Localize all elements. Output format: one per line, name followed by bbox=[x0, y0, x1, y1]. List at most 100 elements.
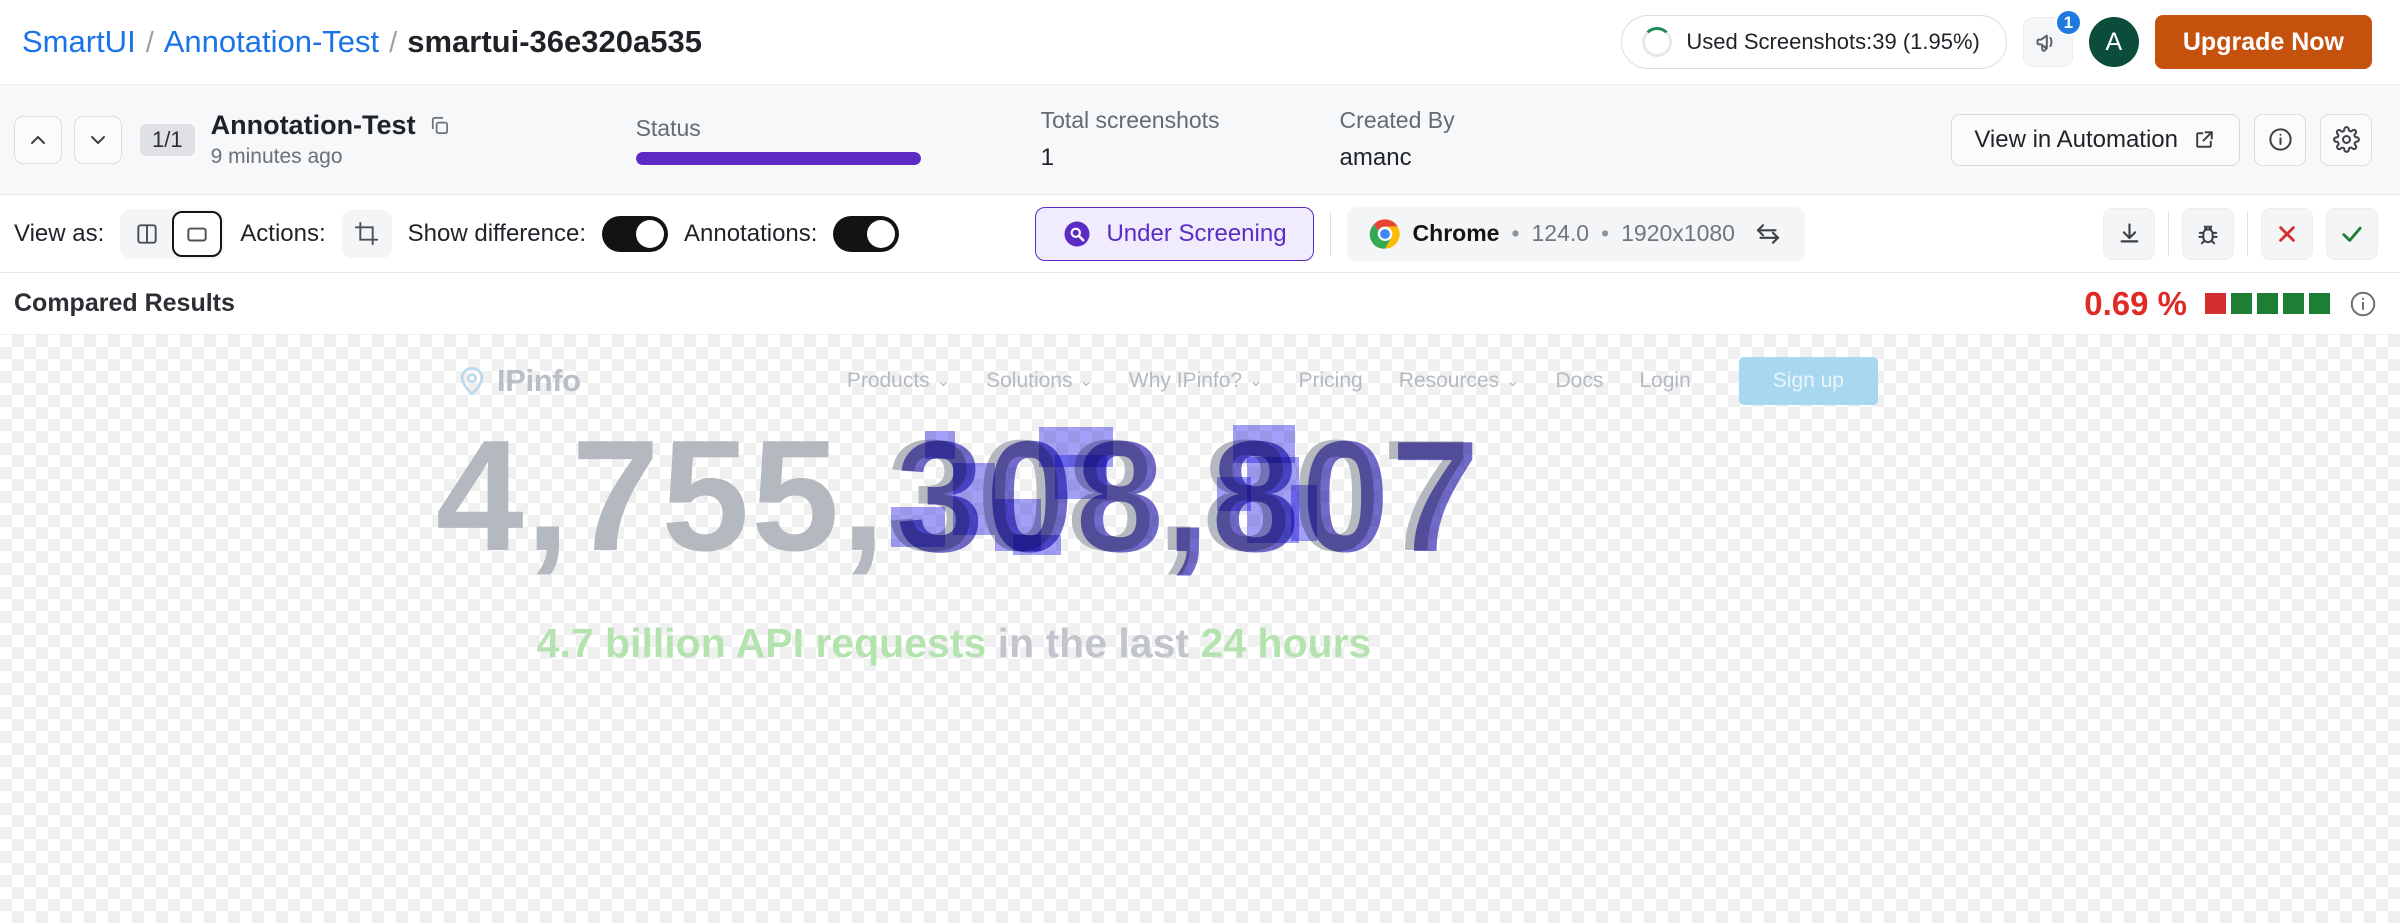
settings-button[interactable] bbox=[2320, 113, 2372, 166]
toolbar-divider bbox=[2247, 211, 2248, 256]
info-icon bbox=[2268, 128, 2292, 151]
site-nav-link-label: Products bbox=[846, 369, 930, 392]
page-title: smartui-36e320a535 bbox=[407, 24, 702, 59]
chevron-down-icon: ⌄ bbox=[936, 373, 951, 390]
single-view-icon bbox=[187, 227, 207, 241]
diff-block bbox=[953, 463, 996, 535]
site-nav-links: Products ⌄ Solutions ⌄ Why IPinfo? ⌄ Pricing Re… bbox=[847, 369, 1691, 393]
gear-icon bbox=[2332, 126, 2360, 153]
hero-number-unchanged: 4,755, bbox=[435, 408, 888, 584]
browser-dot-2: • bbox=[1601, 220, 1610, 246]
build-info-button[interactable] bbox=[2254, 113, 2306, 166]
info-icon[interactable] bbox=[2348, 289, 2378, 319]
site-brand-name: IPinfo bbox=[497, 363, 581, 398]
diff-summary: 0.69 % bbox=[2084, 285, 2378, 323]
site-nav-link[interactable]: Why IPinfo? ⌄ bbox=[1129, 369, 1263, 393]
upgrade-now-button[interactable]: Upgrade Now bbox=[2154, 15, 2372, 69]
swap-arrows-icon[interactable] bbox=[1753, 219, 1783, 249]
actions-label: Actions: bbox=[240, 219, 326, 247]
external-link-icon bbox=[2196, 131, 2213, 148]
build-timestamp: 9 minutes ago bbox=[210, 145, 343, 168]
app-header: SmartUI / Annotation-Test / smartui-36e3… bbox=[0, 0, 2400, 85]
hero-subtitle-part-1: 4.7 billion API requests bbox=[536, 620, 987, 666]
status-label: Status bbox=[635, 114, 701, 141]
created-by-block: Created By amanc bbox=[1340, 107, 1455, 172]
announcements-button[interactable]: 1 bbox=[2022, 9, 2082, 67]
used-screenshots-pill[interactable]: Used Screenshots:39 (1.95%) bbox=[1621, 15, 2007, 69]
chrome-icon bbox=[1369, 218, 1400, 249]
check-icon bbox=[2342, 226, 2362, 242]
view-mode-split-button[interactable] bbox=[122, 211, 172, 257]
avatar[interactable]: A bbox=[2088, 17, 2139, 67]
diff-severity-square bbox=[2205, 293, 2226, 314]
chevron-down-icon: ⌄ bbox=[1079, 373, 1093, 390]
report-bug-button[interactable] bbox=[2182, 207, 2234, 260]
megaphone-icon bbox=[2036, 34, 2053, 52]
show-difference-toggle[interactable] bbox=[602, 215, 668, 252]
browser-version: 124.0 bbox=[1531, 220, 1590, 246]
view-in-automation-button[interactable]: View in Automation bbox=[1951, 113, 2240, 166]
location-pin-icon bbox=[460, 366, 484, 396]
compared-results-title: Compared Results bbox=[14, 289, 235, 317]
approve-button[interactable] bbox=[2326, 207, 2378, 260]
compared-results-bar: Compared Results 0.69 % bbox=[0, 273, 2400, 335]
diff-block bbox=[925, 431, 956, 459]
bug-icon bbox=[2198, 224, 2218, 244]
usage-ring-icon bbox=[1642, 27, 1673, 57]
view-as-label: View as: bbox=[14, 219, 105, 247]
diff-severity-square bbox=[2257, 293, 2278, 314]
reject-button[interactable] bbox=[2261, 207, 2313, 260]
site-nav-link[interactable]: Docs bbox=[1556, 369, 1604, 393]
site-nav-link[interactable]: Resources ⌄ bbox=[1399, 369, 1520, 393]
used-screenshots-label: Used Screenshots:39 (1.95%) bbox=[1686, 29, 1980, 54]
total-screenshots-value: 1 bbox=[1040, 144, 1054, 171]
smartui-screenshot-comparison-page: SmartUI / Annotation-Test / smartui-36e3… bbox=[0, 0, 2400, 923]
previous-build-button[interactable] bbox=[14, 115, 62, 164]
download-button[interactable] bbox=[2103, 207, 2155, 260]
crop-button[interactable] bbox=[341, 209, 392, 258]
site-nav-link-label: Login bbox=[1639, 369, 1691, 392]
meta-actions: View in Automation bbox=[1951, 113, 2372, 166]
created-by-value: amanc bbox=[1339, 144, 1412, 171]
breadcrumb-separator-1: / bbox=[145, 27, 154, 59]
next-build-button[interactable] bbox=[74, 115, 122, 164]
hero-subtitle-part-2: in the last bbox=[986, 620, 1201, 666]
breadcrumb-project[interactable]: Annotation-Test bbox=[164, 24, 379, 60]
hero-subtitle-part-3: 24 hours bbox=[1200, 620, 1372, 666]
show-difference-label: Show difference: bbox=[407, 219, 586, 247]
screenshot-comparison-canvas[interactable]: IPinfo Products ⌄ Solutions ⌄ Why IPinfo? ⌄ Pr… bbox=[0, 335, 2400, 923]
build-info: Annotation-Test 9 minutes ago bbox=[211, 110, 451, 169]
site-nav-link[interactable]: Pricing bbox=[1299, 369, 1363, 393]
site-nav-link-label: Docs bbox=[1555, 369, 1604, 392]
site-nav-link-label: Pricing bbox=[1298, 369, 1363, 392]
signup-button[interactable]: Sign up bbox=[1738, 357, 1878, 405]
status-block: Status bbox=[635, 114, 921, 165]
announcement-badge: 1 bbox=[2054, 9, 2082, 36]
diff-block bbox=[1217, 477, 1252, 511]
status-badge[interactable]: Under Screening bbox=[1035, 206, 1314, 261]
copy-icon[interactable] bbox=[428, 114, 451, 137]
download-icon bbox=[2120, 223, 2138, 243]
breadcrumb: SmartUI / Annotation-Test / smartui-36e3… bbox=[22, 24, 702, 60]
chevron-down-icon: ⌄ bbox=[1506, 373, 1520, 390]
view-mode-single-button[interactable] bbox=[172, 210, 223, 257]
hero-number: 4,755,308,807 308,807 bbox=[0, 411, 1908, 582]
annotations-toggle[interactable] bbox=[833, 215, 900, 252]
browser-name: Chrome bbox=[1412, 220, 1500, 246]
chevron-up-icon bbox=[31, 135, 45, 144]
site-nav-link[interactable]: Products ⌄ bbox=[847, 369, 950, 393]
diff-severity-square bbox=[2309, 293, 2330, 314]
header-actions: Used Screenshots:39 (1.95%) 1 A Upgrade … bbox=[1621, 9, 2372, 69]
captured-screenshot: IPinfo Products ⌄ Solutions ⌄ Why IPinfo? ⌄ Pr… bbox=[0, 335, 1908, 923]
browser-resolution: 1920x1080 bbox=[1621, 220, 1735, 246]
breadcrumb-root[interactable]: SmartUI bbox=[22, 24, 136, 60]
site-nav-link[interactable]: Login bbox=[1639, 369, 1690, 393]
diff-severity-square bbox=[2231, 293, 2252, 314]
site-nav-link[interactable]: Solutions ⌄ bbox=[986, 369, 1093, 393]
hero-subtitle: 4.7 billion API requests in the last 24 … bbox=[0, 620, 1908, 667]
toggle-knob bbox=[867, 219, 896, 248]
diff-block bbox=[1013, 535, 1062, 555]
close-x-icon bbox=[2279, 225, 2295, 242]
total-screenshots-label: Total screenshots bbox=[1040, 107, 1220, 133]
browser-info-pill[interactable]: Chrome • 124.0 • 1920x1080 bbox=[1346, 206, 1805, 261]
